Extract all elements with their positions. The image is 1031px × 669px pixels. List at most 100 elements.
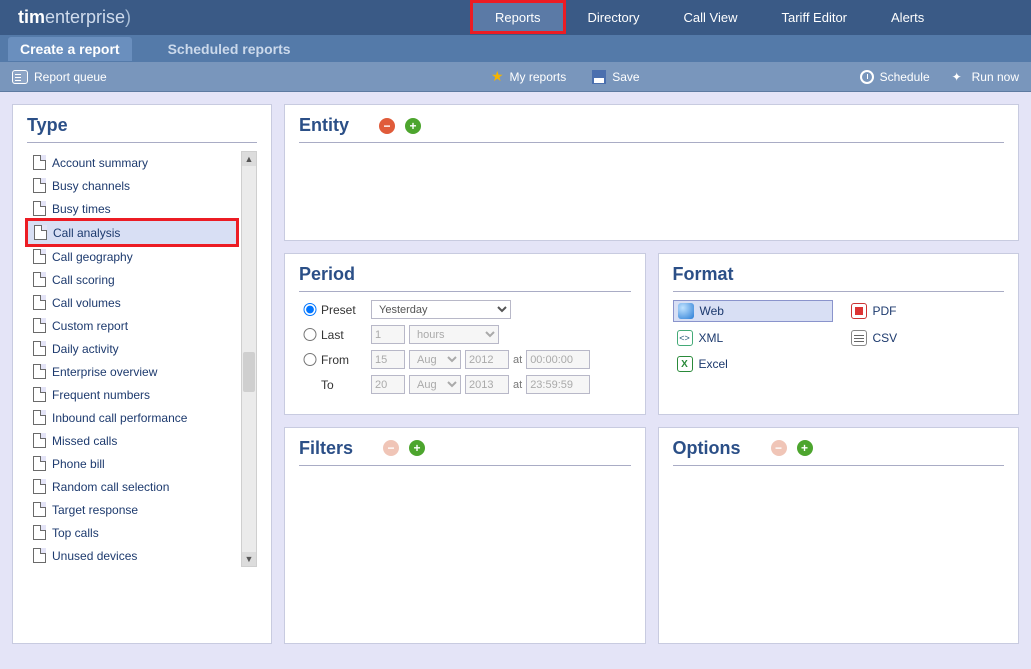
from-at: at bbox=[513, 354, 522, 366]
tab-create-report[interactable]: Create a report bbox=[8, 37, 132, 61]
nav-tariff-editor[interactable]: Tariff Editor bbox=[760, 0, 870, 34]
format-xml[interactable]: XML bbox=[673, 328, 833, 348]
type-item[interactable]: Inbound call performance bbox=[27, 406, 237, 429]
from-time[interactable] bbox=[526, 350, 590, 369]
content-area: Type Account summary Busy channels Busy ti… bbox=[0, 92, 1031, 656]
to-day[interactable] bbox=[371, 375, 405, 394]
type-item[interactable]: Account summary bbox=[27, 151, 237, 174]
my-reports-button[interactable]: ★ My reports bbox=[491, 68, 566, 85]
document-icon bbox=[33, 341, 46, 356]
schedule-button[interactable]: Schedule bbox=[860, 70, 930, 84]
options-remove-icon[interactable]: − bbox=[771, 440, 787, 456]
type-item-label: Phone bill bbox=[52, 457, 105, 471]
type-item[interactable]: Top calls bbox=[27, 521, 237, 544]
scrollbar[interactable]: ▲ ▼ bbox=[241, 151, 257, 567]
document-icon bbox=[33, 364, 46, 379]
type-item[interactable]: Unused devices bbox=[27, 544, 237, 567]
document-icon bbox=[33, 201, 46, 216]
type-item[interactable]: Enterprise overview bbox=[27, 360, 237, 383]
period-last-value[interactable] bbox=[371, 325, 405, 344]
document-icon bbox=[33, 502, 46, 517]
scroll-up-icon[interactable]: ▲ bbox=[242, 152, 256, 166]
globe-icon bbox=[678, 303, 694, 319]
type-item[interactable]: Phone bill bbox=[27, 452, 237, 475]
type-item-label: Target response bbox=[52, 503, 138, 517]
options-add-icon[interactable]: + bbox=[797, 440, 813, 456]
logo-prefix: tim bbox=[18, 7, 45, 27]
filters-remove-icon[interactable]: − bbox=[383, 440, 399, 456]
nav-reports[interactable]: Reports bbox=[470, 0, 566, 34]
tab-scheduled-reports[interactable]: Scheduled reports bbox=[156, 37, 303, 61]
entity-heading: Entity bbox=[299, 115, 349, 136]
to-time[interactable] bbox=[526, 375, 590, 394]
to-month[interactable]: Aug bbox=[409, 375, 461, 394]
period-from-radio[interactable] bbox=[299, 353, 321, 366]
type-item-label: Frequent numbers bbox=[52, 388, 150, 402]
format-csv[interactable]: CSV bbox=[847, 328, 967, 348]
type-item-label: Enterprise overview bbox=[52, 365, 157, 379]
format-web[interactable]: Web bbox=[673, 300, 833, 322]
filters-panel: Filters − + bbox=[284, 427, 646, 644]
type-item-label: Busy times bbox=[52, 202, 111, 216]
filters-add-icon[interactable]: + bbox=[409, 440, 425, 456]
type-item[interactable]: Custom report bbox=[27, 314, 237, 337]
excel-icon bbox=[677, 356, 693, 372]
nav-directory[interactable]: Directory bbox=[566, 0, 662, 34]
type-item[interactable]: Missed calls bbox=[27, 429, 237, 452]
run-now-button[interactable]: ✦ Run now bbox=[952, 70, 1019, 84]
type-item-label: Busy channels bbox=[52, 179, 130, 193]
period-preset-radio[interactable] bbox=[299, 303, 321, 316]
period-from-label: From bbox=[321, 353, 371, 367]
save-button[interactable]: Save bbox=[592, 70, 639, 84]
csv-icon bbox=[851, 330, 867, 346]
period-last-radio[interactable] bbox=[299, 328, 321, 341]
schedule-label: Schedule bbox=[880, 70, 930, 84]
report-queue-label: Report queue bbox=[34, 70, 107, 84]
type-item-label: Call scoring bbox=[52, 273, 115, 287]
type-heading: Type bbox=[27, 115, 257, 143]
from-year[interactable] bbox=[465, 350, 509, 369]
entity-remove-icon[interactable]: − bbox=[379, 118, 395, 134]
type-item-label: Call volumes bbox=[52, 296, 121, 310]
type-panel: Type Account summary Busy channels Busy ti… bbox=[12, 104, 272, 644]
type-item[interactable]: Call analysis bbox=[27, 220, 237, 245]
format-excel[interactable]: Excel bbox=[673, 354, 833, 374]
star-icon: ★ bbox=[491, 68, 504, 85]
format-heading: Format bbox=[673, 264, 1005, 292]
period-last-unit[interactable]: hours bbox=[409, 325, 499, 344]
to-at: at bbox=[513, 379, 522, 391]
type-item[interactable]: Busy times bbox=[27, 197, 237, 220]
type-item[interactable]: Target response bbox=[27, 498, 237, 521]
from-day[interactable] bbox=[371, 350, 405, 369]
to-year[interactable] bbox=[465, 375, 509, 394]
type-item[interactable]: Call geography bbox=[27, 245, 237, 268]
scroll-thumb[interactable] bbox=[243, 352, 255, 392]
type-item-label: Custom report bbox=[52, 319, 128, 333]
top-nav: Reports Directory Call View Tariff Edito… bbox=[470, 0, 946, 34]
type-item-label: Account summary bbox=[52, 156, 148, 170]
type-item[interactable]: Daily activity bbox=[27, 337, 237, 360]
report-queue-button[interactable]: Report queue bbox=[12, 70, 107, 84]
period-preset-select[interactable]: Yesterday bbox=[371, 300, 511, 319]
entity-add-icon[interactable]: + bbox=[405, 118, 421, 134]
nav-alerts[interactable]: Alerts bbox=[869, 0, 946, 34]
type-item[interactable]: Call volumes bbox=[27, 291, 237, 314]
document-icon bbox=[33, 155, 46, 170]
logo: timenterprise) bbox=[0, 7, 470, 28]
type-item-label: Random call selection bbox=[52, 480, 169, 494]
type-item[interactable]: Random call selection bbox=[27, 475, 237, 498]
type-item-label: Daily activity bbox=[52, 342, 119, 356]
type-item[interactable]: Busy channels bbox=[27, 174, 237, 197]
from-month[interactable]: Aug bbox=[409, 350, 461, 369]
period-last-label: Last bbox=[321, 328, 371, 342]
type-item-label: Call analysis bbox=[53, 226, 120, 240]
type-item[interactable]: Frequent numbers bbox=[27, 383, 237, 406]
save-label: Save bbox=[612, 70, 639, 84]
options-heading: Options bbox=[673, 438, 741, 459]
scroll-down-icon[interactable]: ▼ bbox=[242, 552, 256, 566]
options-panel: Options − + bbox=[658, 427, 1020, 644]
clock-icon bbox=[860, 70, 874, 84]
format-pdf[interactable]: PDF bbox=[847, 300, 967, 322]
nav-call-view[interactable]: Call View bbox=[662, 0, 760, 34]
type-item[interactable]: Call scoring bbox=[27, 268, 237, 291]
